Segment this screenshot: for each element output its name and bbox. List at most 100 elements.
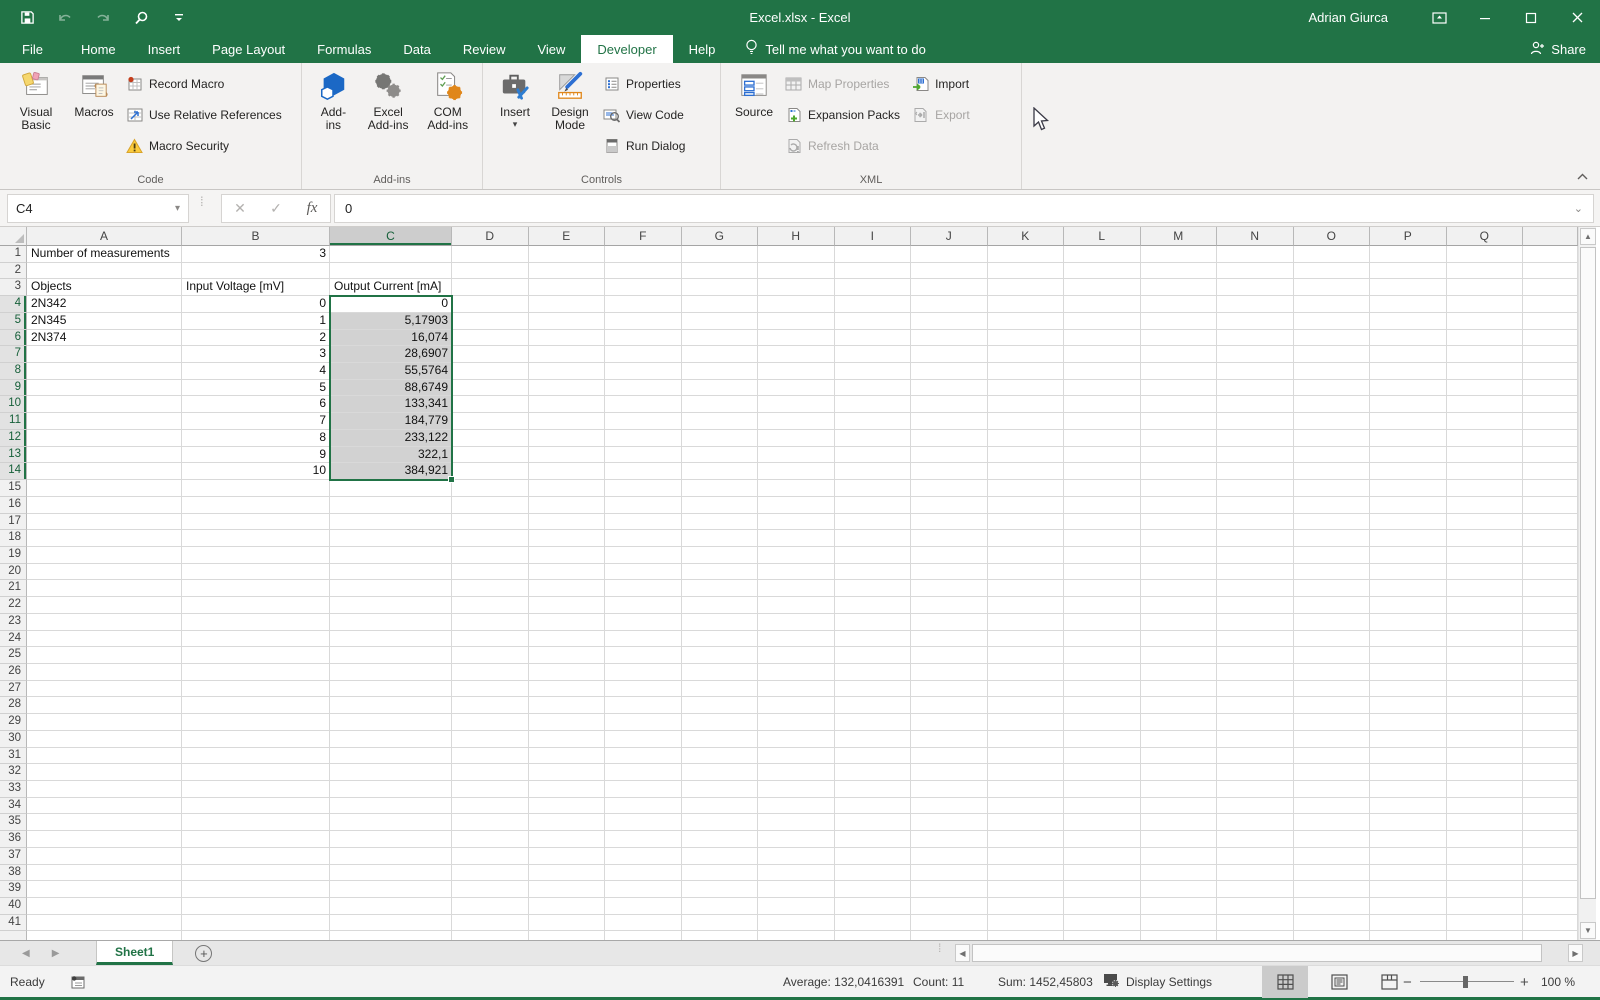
cell-x26[interactable] xyxy=(1523,663,1578,681)
cell-A36[interactable] xyxy=(27,831,182,848)
tab-review[interactable]: Review xyxy=(447,35,522,63)
cell-Q9[interactable] xyxy=(1446,379,1523,397)
cell-D14[interactable] xyxy=(452,463,529,481)
cell-K8[interactable] xyxy=(987,363,1064,380)
cell-A17[interactable] xyxy=(27,513,182,531)
cell-G39[interactable] xyxy=(681,881,758,899)
cell-G37[interactable] xyxy=(681,847,758,865)
cell-H12[interactable] xyxy=(758,429,835,447)
cell-D35[interactable] xyxy=(452,814,529,832)
cell-C39[interactable] xyxy=(330,881,452,899)
cell-C17[interactable] xyxy=(330,513,452,531)
cell-C26[interactable] xyxy=(330,663,452,681)
cell-H32[interactable] xyxy=(758,764,835,781)
cell-L8[interactable] xyxy=(1064,363,1141,380)
cell-x30[interactable] xyxy=(1523,730,1578,748)
cell-O37[interactable] xyxy=(1293,847,1370,865)
cell-M7[interactable] xyxy=(1140,346,1217,364)
cell-B30[interactable] xyxy=(182,730,330,748)
cell-I11[interactable] xyxy=(834,413,911,430)
cell-A15[interactable] xyxy=(27,480,182,497)
cell-J40[interactable] xyxy=(911,898,988,915)
cell-O28[interactable] xyxy=(1293,697,1370,715)
column-header-O[interactable]: O xyxy=(1293,227,1370,246)
cell-B33[interactable] xyxy=(182,781,330,798)
formula-input[interactable]: 0 ⌄ xyxy=(334,194,1594,223)
cell-A40[interactable] xyxy=(27,898,182,915)
cell-F6[interactable] xyxy=(605,329,682,347)
cell-E5[interactable] xyxy=(528,312,605,330)
cell-M9[interactable] xyxy=(1140,379,1217,397)
cell-P12[interactable] xyxy=(1370,429,1447,447)
cell-O11[interactable] xyxy=(1293,413,1370,430)
cell-L15[interactable] xyxy=(1064,480,1141,497)
cell-C38[interactable] xyxy=(330,864,452,882)
column-header-M[interactable]: M xyxy=(1140,227,1217,246)
cell-L1[interactable] xyxy=(1064,246,1141,263)
cell-F32[interactable] xyxy=(605,764,682,781)
cell-I40[interactable] xyxy=(834,898,911,915)
cell-K35[interactable] xyxy=(987,814,1064,832)
cell-N41[interactable] xyxy=(1217,914,1294,932)
row-header-10[interactable]: 10 xyxy=(0,396,27,414)
cell-K30[interactable] xyxy=(987,730,1064,748)
sheet-next-icon[interactable]: ▶ xyxy=(52,948,60,959)
cell-F11[interactable] xyxy=(605,413,682,430)
cell-A6[interactable]: 2N374 xyxy=(27,329,182,347)
cell-H26[interactable] xyxy=(758,663,835,681)
cell-B14[interactable]: 10 xyxy=(182,463,330,481)
cell-K33[interactable] xyxy=(987,781,1064,798)
name-box[interactable]: C4 ▾ xyxy=(7,194,189,223)
cell-I25[interactable] xyxy=(834,647,911,664)
cell-x14[interactable] xyxy=(1523,463,1578,481)
cell-D33[interactable] xyxy=(452,781,529,798)
cell-G22[interactable] xyxy=(681,597,758,614)
column-header-J[interactable]: J xyxy=(911,227,988,246)
cell-Q11[interactable] xyxy=(1446,413,1523,430)
cell-L37[interactable] xyxy=(1064,847,1141,865)
cell-K10[interactable] xyxy=(987,396,1064,414)
row-header-9[interactable]: 9 xyxy=(0,379,27,397)
cell-G31[interactable] xyxy=(681,747,758,765)
column-header-I[interactable]: I xyxy=(834,227,911,246)
cell-P1[interactable] xyxy=(1370,246,1447,263)
cell-K27[interactable] xyxy=(987,680,1064,698)
row-header-28[interactable]: 28 xyxy=(0,697,27,715)
cell-P26[interactable] xyxy=(1370,663,1447,681)
cell-P29[interactable] xyxy=(1370,714,1447,731)
cell-J12[interactable] xyxy=(911,429,988,447)
cell-G34[interactable] xyxy=(681,797,758,815)
row-header-26[interactable]: 26 xyxy=(0,663,27,681)
cell-B13[interactable]: 9 xyxy=(182,446,330,464)
cell-M36[interactable] xyxy=(1140,831,1217,848)
cell-K21[interactable] xyxy=(987,580,1064,598)
cell-M40[interactable] xyxy=(1140,898,1217,915)
cell-P11[interactable] xyxy=(1370,413,1447,430)
cell-O1[interactable] xyxy=(1293,246,1370,263)
cell-N40[interactable] xyxy=(1217,898,1294,915)
cell-F16[interactable] xyxy=(605,496,682,514)
column-header-H[interactable]: H xyxy=(758,227,835,246)
save-icon[interactable] xyxy=(18,9,36,27)
cell-G3[interactable] xyxy=(681,279,758,297)
cell-K42[interactable] xyxy=(988,931,1064,940)
cell-A12[interactable] xyxy=(27,429,182,447)
cell-C22[interactable] xyxy=(330,597,452,614)
cell-F1[interactable] xyxy=(605,246,682,263)
cell-M10[interactable] xyxy=(1140,396,1217,414)
cell-D38[interactable] xyxy=(452,864,529,882)
cell-O19[interactable] xyxy=(1293,546,1370,564)
worksheet-grid[interactable]: ABCDEFGHIJKLMNOPQ 1 Number of measurement… xyxy=(0,227,1600,940)
cell-K4[interactable] xyxy=(987,296,1064,313)
cell-L18[interactable] xyxy=(1064,530,1141,547)
cell-M17[interactable] xyxy=(1140,513,1217,531)
cell-Q29[interactable] xyxy=(1446,714,1523,731)
cell-D6[interactable] xyxy=(452,329,529,347)
cell-P42[interactable] xyxy=(1370,931,1447,940)
cell-H8[interactable] xyxy=(758,363,835,380)
column-header-Q[interactable]: Q xyxy=(1446,227,1523,246)
cell-E4[interactable] xyxy=(528,296,605,313)
row-header-40[interactable]: 40 xyxy=(0,898,27,915)
ribbon-button-properties[interactable]: Properties xyxy=(599,68,693,99)
cell-K13[interactable] xyxy=(987,446,1064,464)
